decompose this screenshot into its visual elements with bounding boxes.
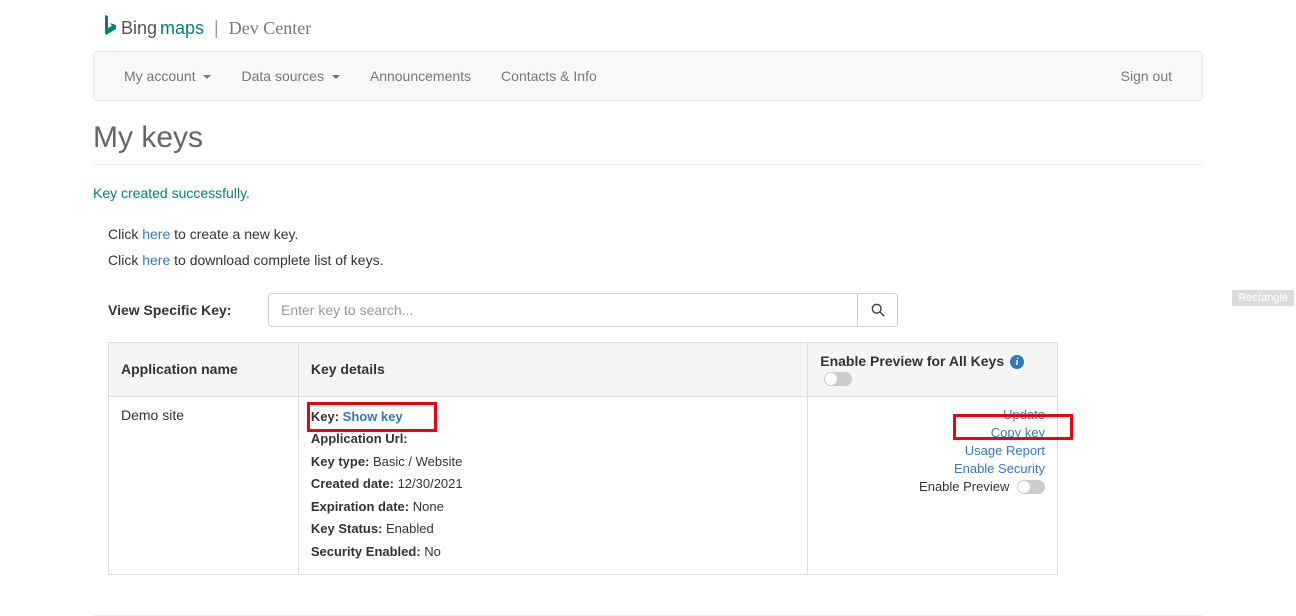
table-row: Demo site Key: Show key Application Url:… — [109, 396, 1058, 575]
show-key-link[interactable]: Show key — [343, 409, 403, 424]
text: to download complete list of keys. — [170, 252, 383, 268]
enable-preview-label: Enable Preview — [919, 479, 1009, 494]
cell-details: Key: Show key Application Url: Key type:… — [298, 396, 807, 575]
col-header-details: Key details — [298, 343, 807, 397]
cell-appname: Demo site — [109, 396, 299, 575]
security-value: No — [424, 544, 441, 559]
nav-my-account[interactable]: My account — [109, 53, 226, 99]
copy-key-link[interactable]: Copy key — [820, 425, 1045, 440]
keytype-value: Basic / Website — [373, 454, 462, 469]
header-divider: | — [214, 18, 219, 39]
create-key-line: Click here to create a new key. — [108, 226, 1203, 242]
search-label: View Specific Key: — [108, 302, 268, 318]
download-keys-line: Click here to download complete list of … — [108, 252, 1203, 268]
dev-center-text: Dev Center — [229, 18, 311, 39]
bing-icon — [103, 15, 117, 41]
text: Enable Preview for All Keys — [820, 353, 1004, 369]
chevron-down-icon — [332, 75, 340, 79]
col-header-preview: Enable Preview for All Keys i — [808, 343, 1058, 397]
text: Click — [108, 252, 142, 268]
keytype-label: Key type: — [311, 454, 373, 469]
nav-label: Announcements — [370, 68, 471, 84]
create-key-link[interactable]: here — [142, 226, 170, 242]
search-input[interactable] — [268, 293, 858, 327]
text: Click — [108, 226, 142, 242]
preview-all-toggle[interactable] — [824, 372, 852, 386]
download-keys-link[interactable]: here — [142, 252, 170, 268]
usage-report-link[interactable]: Usage Report — [820, 443, 1045, 458]
status-label: Key Status: — [311, 521, 386, 536]
watermark: Rectangle — [1232, 290, 1294, 306]
header: Bing maps | Dev Center — [93, 0, 1203, 51]
expiration-label: Expiration date: — [311, 499, 413, 514]
bing-maps-logo[interactable]: Bing maps — [103, 15, 204, 41]
nav-contacts-info[interactable]: Contacts & Info — [486, 53, 612, 99]
chevron-down-icon — [203, 75, 211, 79]
appurl-label: Application Url: — [311, 431, 408, 446]
search-button[interactable] — [858, 293, 898, 327]
page-header: My keys — [93, 121, 1203, 165]
nav-sign-out[interactable]: Sign out — [1106, 53, 1187, 99]
key-label: Key: — [311, 409, 343, 424]
nav-announcements[interactable]: Announcements — [355, 53, 486, 99]
update-link[interactable]: Update — [820, 407, 1045, 422]
nav-label: Sign out — [1121, 68, 1172, 84]
nav-label: Contacts & Info — [501, 68, 597, 84]
security-label: Security Enabled: — [311, 544, 424, 559]
created-value: 12/30/2021 — [398, 476, 463, 491]
search-row: View Specific Key: — [93, 293, 1203, 327]
cell-actions: Update Copy key Usage Report Enable Secu… — [808, 396, 1058, 575]
search-icon — [871, 303, 885, 317]
keys-table: Application name Key details Enable Prev… — [108, 342, 1058, 575]
success-message: Key created successfully. — [93, 185, 1203, 201]
created-label: Created date: — [311, 476, 398, 491]
bing-logo-text: Bing — [121, 18, 157, 39]
nav-label: Data sources — [241, 68, 323, 84]
info-icon[interactable]: i — [1010, 355, 1024, 369]
enable-preview-toggle[interactable] — [1017, 480, 1045, 494]
enable-preview-row: Enable Preview — [820, 479, 1045, 495]
navbar: My account Data sources Announcements Co… — [93, 51, 1203, 101]
text: to create a new key. — [170, 226, 298, 242]
nav-label: My account — [124, 68, 196, 84]
status-value: Enabled — [386, 521, 434, 536]
maps-logo-text: maps — [160, 18, 204, 39]
expiration-value: None — [413, 499, 444, 514]
enable-security-link[interactable]: Enable Security — [820, 461, 1045, 476]
nav-data-sources[interactable]: Data sources — [226, 53, 354, 99]
page-title: My keys — [93, 121, 1203, 155]
col-header-appname: Application name — [109, 343, 299, 397]
